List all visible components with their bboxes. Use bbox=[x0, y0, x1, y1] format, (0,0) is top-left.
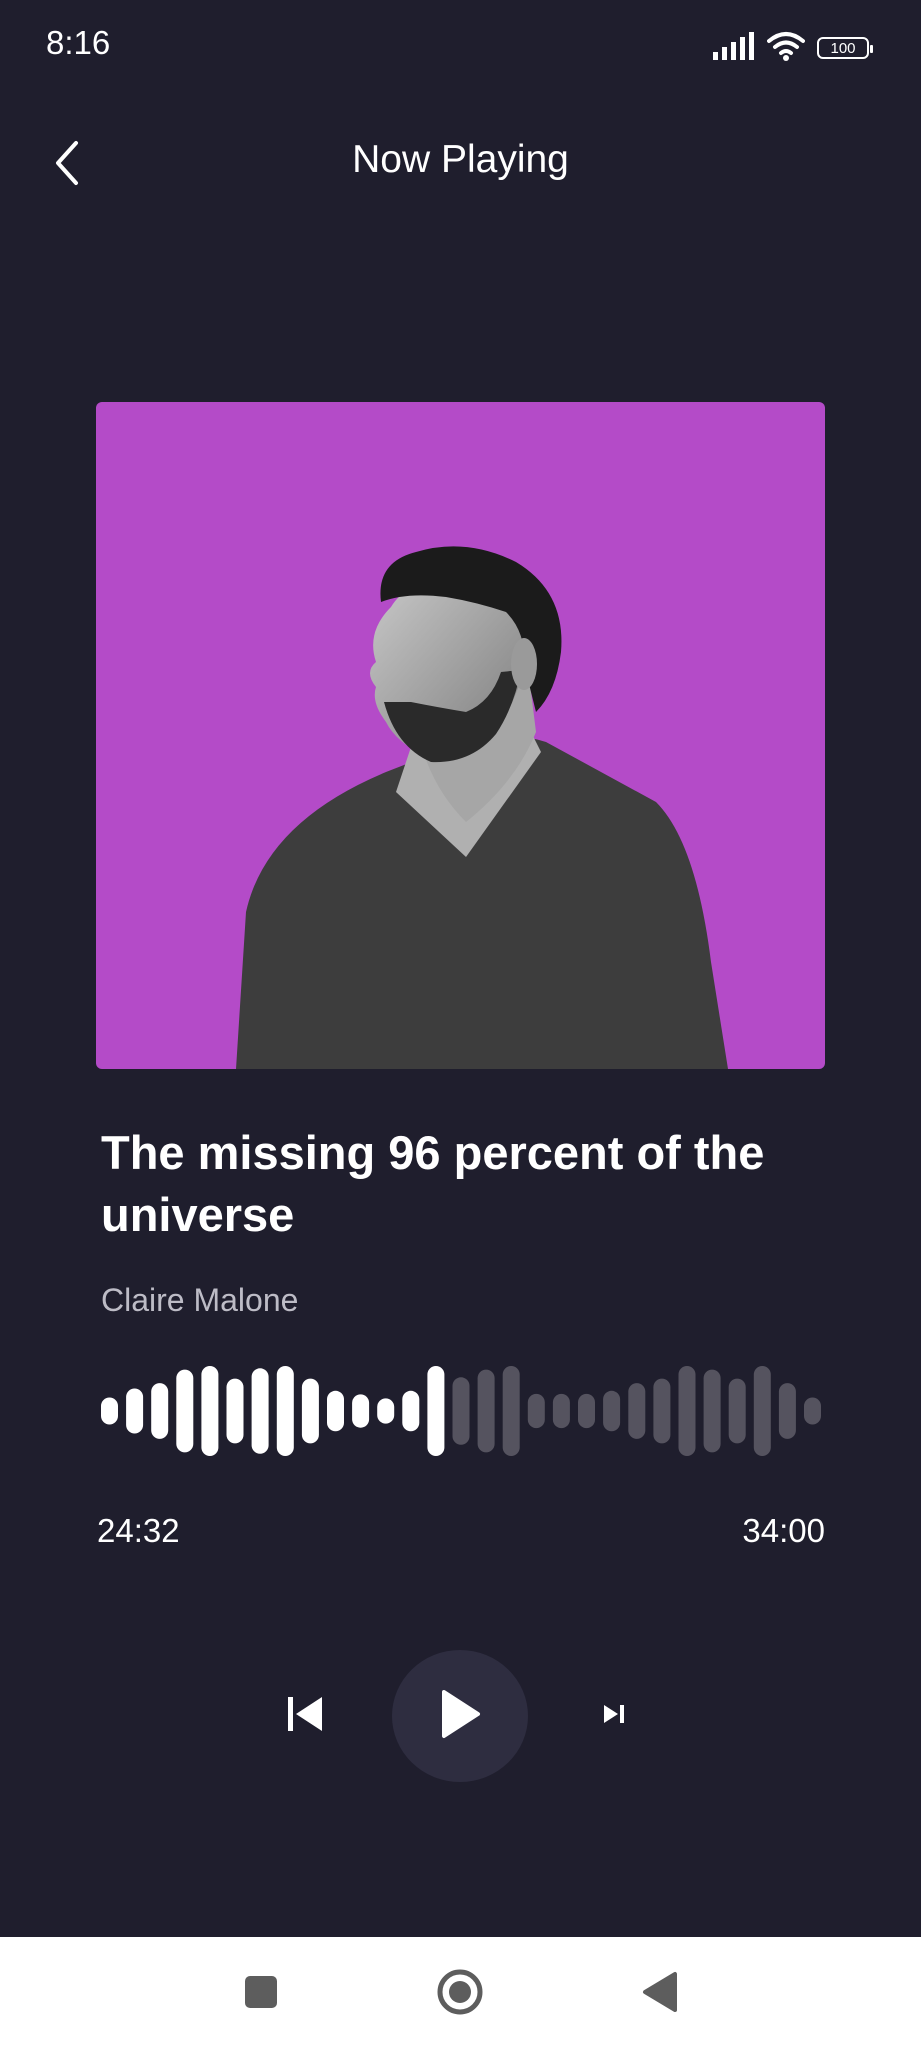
waveform-bar bbox=[276, 1366, 294, 1456]
episode-cover-art bbox=[96, 402, 825, 1069]
recent-apps-button[interactable] bbox=[234, 1967, 288, 2021]
waveform-bar bbox=[452, 1377, 470, 1445]
signal-icon bbox=[713, 31, 755, 65]
status-time: 8:16 bbox=[46, 24, 111, 61]
waveform-bar bbox=[377, 1398, 395, 1424]
battery-icon: 100 bbox=[817, 37, 873, 59]
play-button[interactable] bbox=[392, 1650, 528, 1782]
episode-author: Claire Malone bbox=[101, 1282, 299, 1318]
waveform-bar bbox=[578, 1393, 595, 1429]
playback-controls bbox=[0, 1648, 921, 1784]
waveform-bar bbox=[678, 1366, 696, 1456]
waveform-bar bbox=[502, 1366, 520, 1456]
waveform-bar bbox=[628, 1383, 646, 1439]
system-back-button[interactable] bbox=[632, 1967, 686, 2021]
waveform-bar bbox=[201, 1366, 219, 1456]
status-icons: 100 bbox=[713, 30, 873, 66]
waveform-bar bbox=[327, 1390, 344, 1432]
waveform-bar bbox=[728, 1378, 746, 1444]
waveform-bar bbox=[251, 1368, 269, 1454]
play-icon bbox=[438, 1689, 482, 1744]
waveform-bar bbox=[804, 1397, 821, 1425]
waveform-bar bbox=[603, 1390, 621, 1432]
waveform-bar bbox=[778, 1383, 796, 1439]
waveform-bar bbox=[101, 1397, 118, 1425]
waveform-bar bbox=[402, 1390, 420, 1432]
waveform-bar bbox=[552, 1393, 570, 1429]
page-title: Now Playing bbox=[352, 138, 569, 181]
wifi-icon bbox=[767, 31, 805, 66]
waveform-bar bbox=[176, 1369, 194, 1453]
skip-next-button[interactable] bbox=[598, 1700, 630, 1732]
waveform-bar bbox=[703, 1369, 721, 1453]
waveform-bar bbox=[352, 1394, 370, 1428]
skip-previous-icon bbox=[286, 1695, 326, 1738]
recent-apps-icon bbox=[243, 1974, 279, 2015]
episode-title: The missing 96 percent of the universe bbox=[101, 1126, 765, 1241]
skip-next-icon bbox=[602, 1703, 626, 1730]
waveform-bar bbox=[527, 1393, 545, 1429]
waveform-bar bbox=[653, 1378, 671, 1444]
system-nav-bar bbox=[0, 1937, 921, 2048]
time-elapsed: 24:32 bbox=[97, 1512, 180, 1549]
waveform-bar bbox=[226, 1378, 244, 1444]
waveform-bar bbox=[477, 1369, 495, 1453]
waveform-bar bbox=[753, 1366, 771, 1456]
skip-previous-button[interactable] bbox=[282, 1692, 330, 1740]
battery-level: 100 bbox=[830, 39, 856, 57]
waveform-bar bbox=[151, 1383, 169, 1439]
status-bar: 8:16 100 bbox=[0, 0, 921, 90]
waveform-progress[interactable] bbox=[101, 1366, 821, 1456]
host-portrait-image bbox=[236, 546, 728, 1069]
waveform-bar bbox=[301, 1378, 319, 1444]
back-icon bbox=[639, 1970, 679, 2019]
home-icon bbox=[436, 1968, 484, 2021]
waveform-bar bbox=[427, 1366, 445, 1456]
time-total: 34:00 bbox=[742, 1512, 825, 1549]
home-button[interactable] bbox=[433, 1967, 487, 2021]
header: Now Playing bbox=[0, 120, 921, 210]
waveform-bar bbox=[126, 1388, 144, 1434]
